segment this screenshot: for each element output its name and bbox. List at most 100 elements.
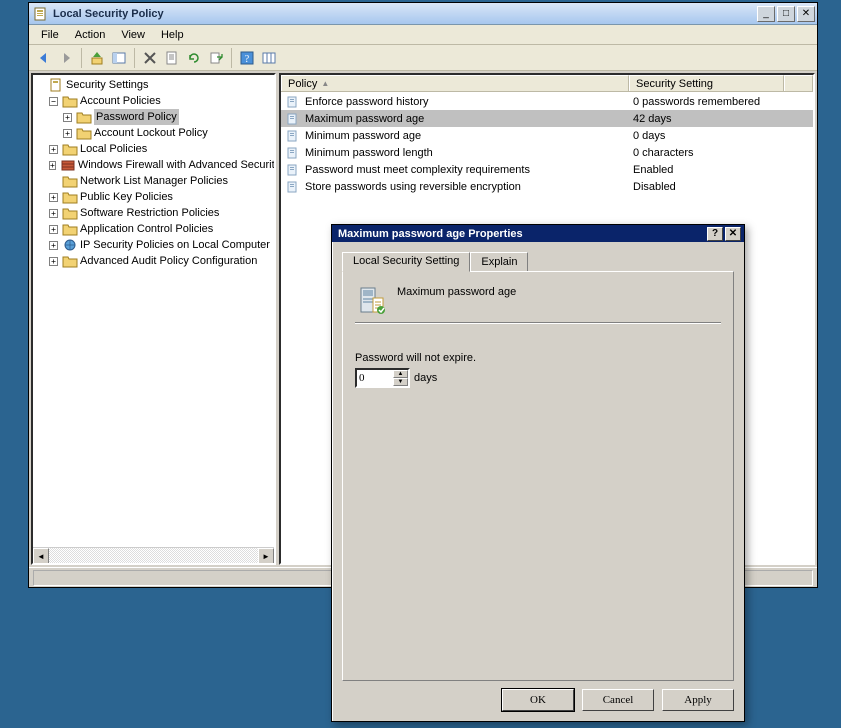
days-spinner: ▲ ▼ days [355, 368, 721, 388]
expand-icon[interactable]: + [49, 145, 58, 154]
expand-icon[interactable]: + [63, 113, 72, 122]
scroll-track[interactable] [49, 548, 258, 563]
tree-password-policy[interactable]: + Password Policy [63, 109, 274, 125]
cancel-button[interactable]: Cancel [582, 689, 654, 711]
toolbar-separator [134, 48, 135, 68]
tree-local-policies[interactable]: + Local Policies [49, 141, 274, 157]
close-button[interactable]: ✕ [797, 6, 815, 22]
tree-label: Local Policies [80, 141, 147, 157]
spinner-down-button[interactable]: ▼ [393, 378, 408, 386]
spinner-box: ▲ ▼ [355, 368, 410, 388]
ok-button[interactable]: OK [502, 689, 574, 711]
help-button[interactable]: ? [236, 47, 258, 69]
spinner-up-button[interactable]: ▲ [393, 370, 408, 378]
folder-icon [62, 254, 78, 268]
toolbar-separator [231, 48, 232, 68]
expand-icon[interactable]: + [49, 209, 58, 218]
unit-label: days [414, 372, 437, 384]
dialog-title: Maximum password age Properties [338, 228, 705, 240]
back-button[interactable] [33, 47, 55, 69]
field-label: Password will not expire. [355, 352, 721, 364]
toolbar-separator [81, 48, 82, 68]
expand-icon[interactable]: + [49, 161, 56, 170]
expand-icon[interactable]: + [63, 129, 72, 138]
list-row[interactable]: Minimum password length 0 characters [281, 144, 813, 161]
firewall-icon [60, 158, 76, 172]
dialog-close-button[interactable]: ✕ [725, 227, 741, 241]
sort-asc-icon: ▲ [321, 79, 329, 88]
up-button[interactable] [86, 47, 108, 69]
columns-button[interactable] [258, 47, 280, 69]
policy-value: 0 days [629, 130, 813, 142]
show-hide-tree-button[interactable] [108, 47, 130, 69]
properties-button[interactable] [161, 47, 183, 69]
list-row[interactable]: Password must meet complexity requiremen… [281, 161, 813, 178]
policy-name: Minimum password length [305, 147, 433, 159]
collapse-icon[interactable]: − [49, 97, 58, 106]
dialog-policy-name: Maximum password age [397, 284, 516, 298]
tree-label: Network List Manager Policies [80, 173, 228, 189]
separator [355, 322, 721, 324]
dialog-titlebar[interactable]: Maximum password age Properties ? ✕ [332, 225, 744, 242]
dialog-help-button[interactable]: ? [707, 227, 723, 241]
tree-windows-firewall[interactable]: +Windows Firewall with Advanced Security [49, 157, 274, 173]
apply-button[interactable]: Apply [662, 689, 734, 711]
tree-account-policies[interactable]: − Account Policies [49, 93, 274, 109]
tree-root[interactable]: Security Settings [35, 77, 274, 93]
list-row[interactable]: Minimum password age 0 days [281, 127, 813, 144]
expand-icon[interactable]: + [49, 257, 58, 266]
dialog-body: Local Security Setting Explain [332, 242, 744, 681]
export-button[interactable] [205, 47, 227, 69]
tree-network-list[interactable]: Network List Manager Policies [49, 173, 274, 189]
list-row[interactable]: Store passwords using reversible encrypt… [281, 178, 813, 195]
tree-ip-security[interactable]: +IP Security Policies on Local Computer [49, 237, 274, 253]
expand-icon[interactable]: + [49, 225, 58, 234]
tree-account-lockout-policy[interactable]: + Account Lockout Policy [63, 125, 274, 141]
tree-advanced-audit[interactable]: + Advanced Audit Policy Configuration [49, 253, 274, 269]
policy-name: Minimum password age [305, 130, 421, 142]
policy-item-icon [285, 180, 301, 194]
tree-label: Account Lockout Policy [94, 125, 208, 141]
folder-icon [62, 190, 78, 204]
network-icon [62, 174, 78, 188]
maximize-button[interactable]: □ [777, 6, 795, 22]
folder-icon [62, 142, 78, 156]
menu-view[interactable]: View [113, 27, 153, 43]
expand-icon[interactable]: + [49, 193, 58, 202]
list-row[interactable]: Maximum password age 42 days [281, 110, 813, 127]
policy-item-icon [285, 129, 301, 143]
tree-software-restriction[interactable]: + Software Restriction Policies [49, 205, 274, 221]
tab-explain[interactable]: Explain [470, 252, 528, 271]
titlebar[interactable]: Local Security Policy _ □ ✕ [29, 3, 817, 25]
horizontal-scrollbar[interactable]: ◄ ► [33, 547, 274, 563]
minimize-button[interactable]: _ [757, 6, 775, 22]
menubar: File Action View Help [29, 25, 817, 45]
tree-public-key[interactable]: + Public Key Policies [49, 189, 274, 205]
menu-help[interactable]: Help [153, 27, 192, 43]
spinner-buttons: ▲ ▼ [393, 370, 408, 386]
list-row[interactable]: Enforce password history 0 passwords rem… [281, 93, 813, 110]
folder-icon [62, 206, 78, 220]
forward-button[interactable] [55, 47, 77, 69]
scroll-left-button[interactable]: ◄ [33, 548, 49, 564]
menu-action[interactable]: Action [67, 27, 114, 43]
column-security-setting[interactable]: Security Setting [629, 75, 784, 91]
policy-name: Store passwords using reversible encrypt… [305, 181, 521, 193]
expand-icon[interactable]: + [49, 241, 58, 250]
tab-local-security-setting[interactable]: Local Security Setting [342, 252, 470, 272]
refresh-button[interactable] [183, 47, 205, 69]
menu-file[interactable]: File [33, 27, 67, 43]
policy-item-icon [285, 146, 301, 160]
column-policy[interactable]: Policy ▲ [281, 75, 629, 91]
tree-app-control[interactable]: +Application Control Policies [49, 221, 274, 237]
policy-value: 42 days [629, 113, 813, 125]
scroll-right-button[interactable]: ► [258, 548, 274, 564]
policy-item-icon [285, 112, 301, 126]
folder-icon [62, 94, 78, 108]
delete-button[interactable] [139, 47, 161, 69]
tree-label: Software Restriction Policies [80, 205, 219, 221]
days-input[interactable] [357, 370, 393, 386]
tree-panel: Security Settings − Account Policies [31, 73, 276, 565]
tree-label: Advanced Audit Policy Configuration [80, 253, 257, 269]
tree-label: Public Key Policies [80, 189, 173, 205]
